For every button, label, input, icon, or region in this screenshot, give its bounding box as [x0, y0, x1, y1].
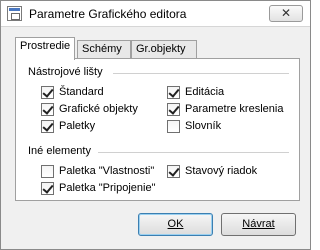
tab-grobjekty[interactable]: Gr.objekty: [131, 40, 197, 58]
tab-prostredie[interactable]: Prostredie: [15, 37, 75, 60]
checkbox-label: Stavový riadok: [185, 165, 258, 177]
title-bar: Parametre Grafického editora ✕: [1, 1, 310, 27]
group-divider-tools: [113, 73, 289, 74]
checkbox-label: Paletka "Pripojenie": [59, 182, 156, 194]
window-title: Parametre Grafického editora: [29, 7, 187, 21]
checkbox-box[interactable]: [41, 165, 54, 178]
checkbox-box[interactable]: [167, 86, 180, 99]
checkbox-box[interactable]: [41, 120, 54, 133]
checkbox-label: Paletka "Vlastnosti": [59, 165, 155, 177]
ok-button[interactable]: OK: [138, 213, 213, 236]
ok-button-label: OK: [167, 218, 184, 230]
checkbox-box[interactable]: [167, 165, 180, 178]
checkbox-box[interactable]: [41, 86, 54, 99]
checkbox-label: Grafické objekty: [59, 103, 138, 115]
checkbox-label: Editácia: [185, 86, 225, 98]
checkbox-box[interactable]: [167, 120, 180, 133]
group-label-tools: Nástrojové lišty: [28, 66, 103, 78]
checkbox-label: Slovník: [185, 120, 222, 132]
checkbox-label: Parametre kreslenia: [185, 103, 284, 115]
checkbox-label: Paletky: [59, 120, 96, 132]
tab-panel-prostredie: Nástrojové lišty Štandard Grafické objek…: [15, 58, 300, 201]
group-label-other: Iné elementy: [28, 145, 91, 157]
tab-schemy[interactable]: Schémy: [77, 40, 131, 58]
back-button-label: Návrat: [242, 218, 275, 230]
group-divider-other: [98, 152, 289, 153]
close-button[interactable]: ✕: [269, 5, 303, 22]
checkbox-box[interactable]: [167, 103, 180, 116]
checkbox-box[interactable]: [41, 103, 54, 116]
back-button[interactable]: Návrat: [221, 213, 296, 236]
app-icon: [7, 6, 22, 21]
checkbox-box[interactable]: [41, 182, 54, 195]
close-icon: ✕: [280, 6, 292, 20]
checkbox-label: Štandard: [59, 86, 104, 98]
dialog-window: Parametre Grafického editora ✕ Schémy Gr…: [0, 0, 311, 250]
